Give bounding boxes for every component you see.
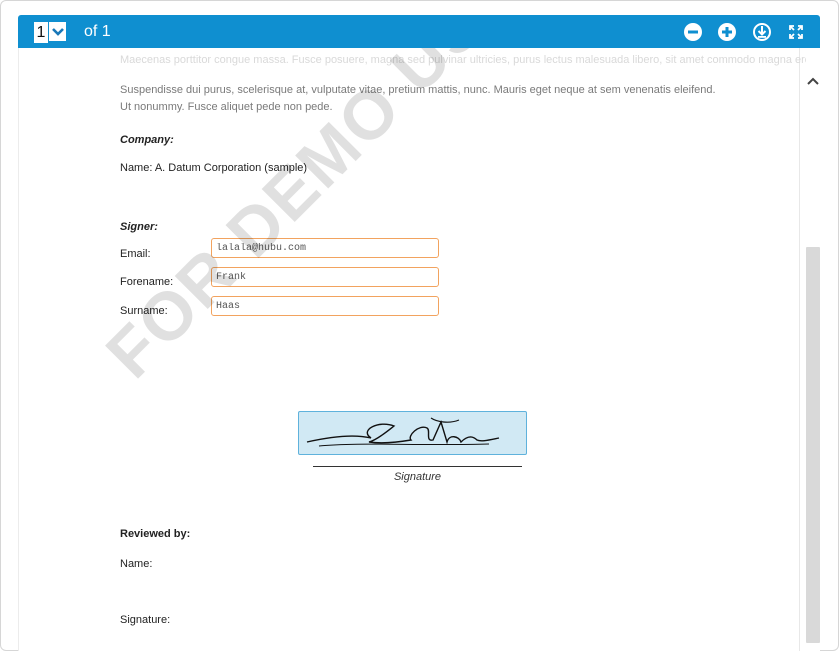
forename-label: Forename: (120, 276, 174, 288)
forename-field[interactable] (211, 267, 439, 287)
signature-field[interactable] (298, 411, 527, 455)
download-icon[interactable] (752, 22, 772, 42)
reviewed-by-label: Reviewed by: (120, 528, 191, 540)
document-viewer[interactable]: Maecenas porttitor congue massa. Fusce p… (18, 48, 820, 651)
body-paragraph: Suspendisse dui purus, scelerisque at, v… (120, 84, 716, 113)
company-name: Name: A. Datum Corporation (sample) (120, 162, 308, 174)
zoom-in-icon[interactable] (717, 22, 737, 42)
fullscreen-icon[interactable] (786, 22, 806, 42)
signer-label: Signer: (120, 221, 158, 233)
email-field[interactable] (211, 238, 439, 258)
company-label: Company: (120, 134, 174, 146)
scrollbar-thumb[interactable] (806, 247, 820, 643)
surname-field[interactable] (211, 296, 439, 316)
page-selector[interactable]: 1 (34, 22, 66, 43)
faded-text: Maecenas porttitor congue massa. Fusce p… (120, 54, 820, 66)
email-label: Email: (120, 248, 151, 260)
reviewed-signature-label: Signature: (120, 614, 171, 626)
reviewed-name-label: Name: (120, 558, 153, 570)
chevron-down-icon[interactable] (48, 22, 66, 41)
signature-scribble (306, 417, 500, 447)
page-number[interactable]: 1 (34, 22, 48, 43)
page-count: of 1 (84, 23, 111, 40)
pdf-toolbar: 1 of 1 (18, 15, 820, 48)
surname-label: Surname: (120, 305, 168, 317)
document-page: Maecenas porttitor congue massa. Fusce p… (18, 48, 820, 651)
signature-line (313, 466, 522, 467)
signature-caption: Signature (393, 471, 442, 483)
chevron-up-icon[interactable] (806, 74, 820, 88)
zoom-out-icon[interactable] (683, 22, 703, 42)
